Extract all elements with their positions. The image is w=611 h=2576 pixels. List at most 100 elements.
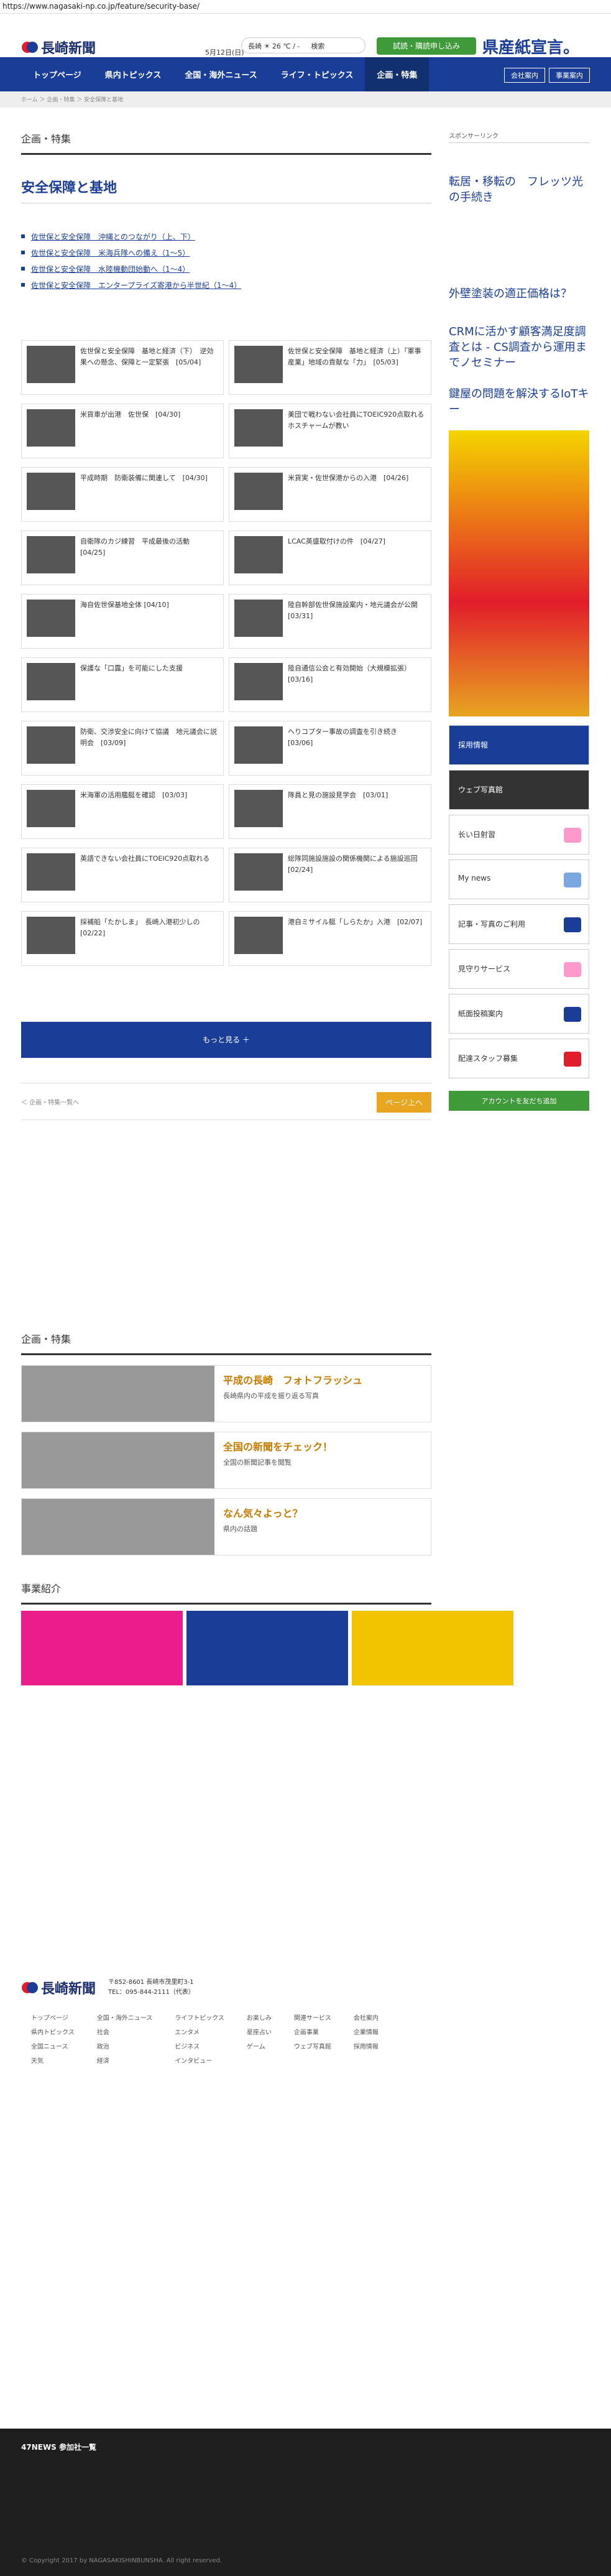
site-logo[interactable]: 長崎新聞 (21, 37, 96, 57)
article-title: へりコプター事故の調査を引き続き [03/06] (288, 728, 404, 747)
article-card[interactable]: 米貨車が出港 佐世保 [04/30] (21, 404, 224, 458)
footer-link[interactable]: インタビュー (175, 2055, 224, 2065)
header-banner[interactable]: 県産紙宣言。 (482, 35, 579, 58)
article-title: 米海軍の活用艦艇を確認 [03/03] (80, 791, 188, 799)
article-card[interactable]: 美団で戦わない会社員にTOEIC920点取れるホスチャームが教い (229, 404, 431, 458)
series-links: 佐世保と安全保障 沖縄とのつながり（上、下） 佐世保と安全保障 米海兵隊への備え… (21, 231, 431, 290)
nav-feature[interactable]: 企画・特集 (365, 57, 430, 91)
page-top-button[interactable]: ページ上へ (377, 1092, 431, 1113)
footer-logo[interactable]: 長崎新聞 (21, 1978, 96, 1998)
ad-paint[interactable]: 外壁塗装の適正価格は？ (449, 286, 589, 302)
footer-link[interactable]: 関連サービス (294, 2013, 331, 2022)
footer-link[interactable]: トップページ (31, 2013, 75, 2022)
nav-top[interactable]: トップページ (21, 57, 93, 91)
usage-button[interactable]: 記事・写真のご利用 (449, 904, 589, 944)
breadcrumb[interactable]: ホーム ＞ 企画・特集 ＞ 安全保障と基地 (0, 91, 611, 108)
article-card[interactable]: 港自ミサイル艇「しらたか」入港 [02/07] (229, 911, 431, 966)
biz-slide[interactable] (352, 1611, 513, 1685)
article-card[interactable]: LCAC英盛取付けの件 [04/27] (229, 530, 431, 585)
series-link[interactable]: 佐世保と安全保障 米海兵隊への備え（1～5） (21, 248, 431, 258)
footer-link[interactable]: ライフトピックス (175, 2013, 224, 2022)
recruit-button[interactable]: 採用情報 (449, 725, 589, 765)
footer-column: トップページ 県内トピックス 全国ニュース 天気 (31, 2013, 75, 2070)
line-friend-button[interactable]: アカウントを友だち追加 (449, 1090, 589, 1111)
ad-fletts[interactable]: 転居・移転の フレッツ光の手続き (449, 174, 589, 205)
footer-link[interactable]: 天気 (31, 2055, 75, 2065)
business-link[interactable]: 事業案内 (549, 68, 590, 83)
article-thumb (234, 726, 283, 764)
footer-link[interactable]: 全国ニュース (31, 2041, 75, 2050)
footer-link[interactable]: 政治 (97, 2041, 153, 2050)
nav-world[interactable]: 全国・海外ニュース (173, 57, 269, 91)
article-thumb (234, 853, 283, 891)
weather-widget[interactable]: 長崎 ☀ 26 ℃ / - 検索 (241, 37, 365, 53)
more-button[interactable]: もっと見る ＋ (21, 1022, 431, 1058)
footer-link[interactable]: お楽しみ (247, 2013, 272, 2022)
footer-link[interactable]: 企画事業 (294, 2027, 331, 2036)
subscribe-button[interactable]: 試読・購読申し込み (377, 37, 476, 55)
footer-link[interactable]: 経済 (97, 2055, 153, 2065)
sidebar-button-label: 見守りサービス (458, 964, 511, 973)
article-card[interactable]: 米貨実・佐世保港からの入港 [04/26] (229, 467, 431, 522)
article-card[interactable]: 隊員と見の施設見学会 [03/01] (229, 784, 431, 839)
article-card[interactable]: 英語できない会社員にTOEIC920点取れる (21, 848, 224, 902)
ad-iot[interactable]: 鍵屋の問題を解決するIoTキー (449, 386, 589, 417)
sidebar-banners[interactable] (449, 430, 589, 716)
footer-link[interactable]: 県内トピックス (31, 2027, 75, 2036)
article-thumb (27, 853, 75, 891)
feature-thumb (22, 1366, 214, 1422)
sidebar-button[interactable]: 长い日射習 (449, 814, 589, 855)
address-bar[interactable]: https://www.nagasaki-np.co.jp/feature/se… (0, 0, 611, 14)
article-card[interactable]: 平成時期 防衛装備に関連して [04/30] (21, 467, 224, 522)
article-thumb (27, 600, 75, 637)
footer-link[interactable]: 社会 (97, 2027, 153, 2036)
article-card[interactable]: 防衛、交渉安全に向けて協議 地元議会に説明会 [03/09] (21, 721, 224, 776)
footer-link[interactable]: 採用情報 (354, 2041, 379, 2050)
nav-local[interactable]: 県内トピックス (93, 57, 173, 91)
footer-link[interactable]: エンタメ (175, 2027, 224, 2036)
feature-card[interactable]: 全国の新聞をチェック！ 全国の新聞記事を閲覧 (21, 1432, 431, 1489)
business-carousel[interactable] (21, 1611, 513, 1685)
footer-link[interactable]: 企業情報 (354, 2027, 379, 2036)
footer-link[interactable]: ウェブ写真館 (294, 2041, 331, 2050)
paper-post-button[interactable]: 紙面投稿案内 (449, 993, 589, 1034)
delivery-staff-button[interactable]: 配達スタッフ募集 (449, 1038, 589, 1078)
section-title: 企画・特集 (21, 131, 431, 155)
footer-link[interactable]: 全国・海外ニュース (97, 2013, 153, 2022)
watch-service-button[interactable]: 見守りサービス (449, 948, 589, 989)
copyright: © Copyright 2017 by NAGASAKISHINBUNSHA. … (21, 2557, 223, 2564)
photo-gallery-button[interactable]: ウェブ写真館 (449, 769, 589, 810)
article-card[interactable]: 総隊同施設施設の関係機関による施設巡回 [02/24] (229, 848, 431, 902)
heart-icon (564, 961, 581, 977)
footer-link[interactable]: ビジネス (175, 2041, 224, 2050)
nav-life[interactable]: ライフ・トピックス (269, 57, 365, 91)
my-news-button[interactable]: My news (449, 859, 589, 899)
article-card[interactable]: 自衛隊のカジ練習 平成最後の活動 [04/25] (21, 530, 224, 585)
biz-slide[interactable] (186, 1611, 348, 1685)
ad-crm[interactable]: CRMに活かす顧客満足度調査とは - CS調査から運用までノセミナー (449, 324, 589, 371)
biz-slide[interactable] (21, 1611, 183, 1685)
footer-link[interactable]: 会社案内 (354, 2013, 379, 2022)
footer-link[interactable]: 星座占い (247, 2027, 272, 2036)
article-card[interactable]: 保護な「口露」を可能にした支援 (21, 657, 224, 712)
feature-card[interactable]: なん気々よっと？ 県内の話題 (21, 1498, 431, 1555)
article-card[interactable]: 陸自幹部佐世保施設案内・地元議会が公開 [03/31] (229, 594, 431, 649)
footer-column: ライフトピックス エンタメビジネスインタビュー (175, 2013, 224, 2070)
footer-link[interactable]: ゲーム (247, 2041, 272, 2050)
back-to-list-link[interactable]: ＜ 企画・特集一覧へ (21, 1097, 79, 1106)
article-card[interactable]: 佐世保と安全保障 基地と経済（下） 逆効果への懸念、保障と一定緊張 [05/04… (21, 340, 224, 395)
article-title: LCAC英盛取付けの件 [04/27] (288, 537, 386, 545)
article-card[interactable]: 陸自通信公会と有効開始（大規模拡張）[03/16] (229, 657, 431, 712)
article-card[interactable]: 佐世保と安全保障 基地と経済（上）「軍事産業」地域の貢献な「力」 [05/03] (229, 340, 431, 395)
article-card[interactable]: へりコプター事故の調査を引き続き [03/06] (229, 721, 431, 776)
feature-card[interactable]: 平成の長崎 フォトフラッシュ 長崎県内の平成を振り返る写真 (21, 1365, 431, 1422)
article-card[interactable]: 採補船「たかしま」 長崎入港初少しの [02/22] (21, 911, 224, 966)
article-card[interactable]: 米海軍の活用艦艇を確認 [03/03] (21, 784, 224, 839)
series-link[interactable]: 佐世保と安全保障 沖縄とのつながり（上、下） (21, 231, 431, 242)
feature-section: 企画・特集 平成の長崎 フォトフラッシュ 長崎県内の平成を振り返る写真 全国の新聞… (21, 1331, 513, 1685)
article-thumb (27, 663, 75, 700)
series-link[interactable]: 佐世保と安全保障 エンタープライズ寄港から半世紀（1～4） (21, 280, 431, 290)
series-link[interactable]: 佐世保と安全保障 水陸機動団始動へ（1～4） (21, 264, 431, 274)
article-card[interactable]: 海自佐世保基地全体 [04/10] (21, 594, 224, 649)
company-link[interactable]: 会社案内 (504, 68, 545, 83)
